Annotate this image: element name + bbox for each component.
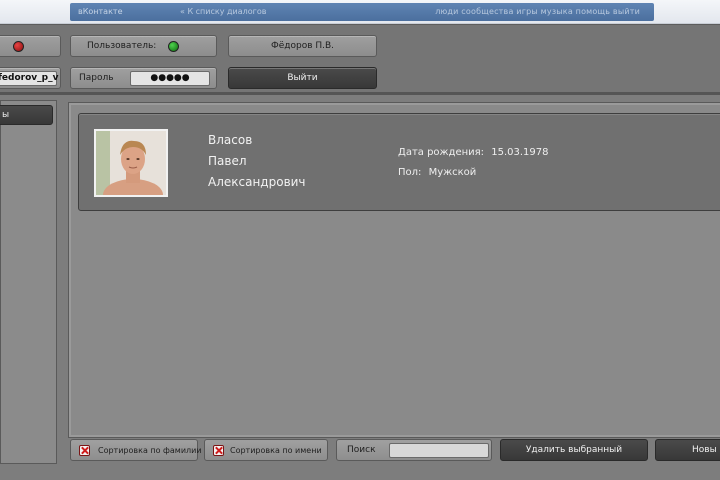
sort-by-surname-button[interactable]: Сортировка по фамилии	[70, 439, 202, 461]
password-box: Пароль ●●●●●	[70, 67, 217, 89]
person-patronymic: Александрович	[208, 175, 306, 189]
sort-surname-label: Сортировка по фамилии	[98, 446, 202, 455]
site-nav-links[interactable]: люди сообщества игры музыка помощь выйти	[435, 3, 640, 21]
person-list-panel: Власов Павел Александрович Дата рождения…	[68, 102, 720, 438]
sort-name-label: Сортировка по имени	[230, 446, 322, 455]
search-box: Поиск	[336, 439, 492, 461]
logout-label: Выйти	[287, 73, 318, 83]
username-field[interactable]: fedorov_p_v	[0, 71, 58, 86]
connection-status-box	[0, 35, 61, 57]
gender-row: Пол: Мужской	[398, 167, 476, 178]
sort-surname-checkbox-icon[interactable]	[79, 445, 90, 456]
birth-date-row: Дата рождения: 15.03.1978	[398, 147, 549, 158]
application-window: Пользователь: Фёдоров П.В. fedorov_p_v П…	[0, 24, 720, 480]
person-card[interactable]: Власов Павел Александрович Дата рождения…	[78, 113, 720, 211]
password-field[interactable]: ●●●●●	[130, 71, 210, 86]
sort-by-name-button[interactable]: Сортировка по имени	[204, 439, 328, 461]
search-label: Поиск	[347, 445, 376, 455]
bottom-toolbar: Сортировка по фамилии Сортировка по имен…	[68, 439, 720, 467]
browser-header: вКонтакте « К списку диалогов люди сообщ…	[0, 0, 720, 24]
gender-value: Мужской	[428, 167, 477, 178]
status-green-indicator-icon	[168, 41, 179, 52]
search-input[interactable]	[389, 443, 489, 458]
password-label: Пароль	[79, 73, 114, 83]
current-user-box: Фёдоров П.В.	[228, 35, 377, 57]
username-box: fedorov_p_v	[0, 67, 61, 89]
sidebar-item[interactable]: ы	[0, 105, 53, 125]
current-user-name: Фёдоров П.В.	[270, 41, 335, 51]
app-screen: вКонтакте « К списку диалогов люди сообщ…	[0, 0, 720, 480]
gender-label: Пол:	[398, 167, 422, 178]
person-photo	[94, 129, 168, 197]
delete-selected-button[interactable]: Удалить выбранный	[500, 439, 648, 461]
logout-button[interactable]: Выйти	[228, 67, 377, 89]
sidebar: ы	[0, 100, 57, 464]
delete-selected-label: Удалить выбранный	[525, 445, 623, 455]
user-label: Пользователь:	[87, 41, 157, 51]
site-header-bar: вКонтакте « К списку диалогов люди сообщ…	[70, 3, 654, 21]
status-red-indicator-icon	[13, 41, 24, 52]
user-status-box: Пользователь:	[70, 35, 217, 57]
person-surname: Власов	[208, 133, 253, 147]
site-logo[interactable]: вКонтакте	[78, 3, 123, 21]
new-button[interactable]: Новы	[655, 439, 720, 461]
person-first-name: Павел	[208, 154, 247, 168]
birth-date-value: 15.03.1978	[491, 147, 549, 158]
toolbar: Пользователь: Фёдоров П.В. fedorov_p_v П…	[0, 25, 720, 95]
birth-date-label: Дата рождения:	[398, 147, 485, 158]
sort-name-checkbox-icon[interactable]	[213, 445, 224, 456]
person-photo-image	[96, 131, 166, 195]
back-to-dialogs-link[interactable]: « К списку диалогов	[180, 3, 266, 21]
new-button-label: Новы	[692, 445, 717, 455]
